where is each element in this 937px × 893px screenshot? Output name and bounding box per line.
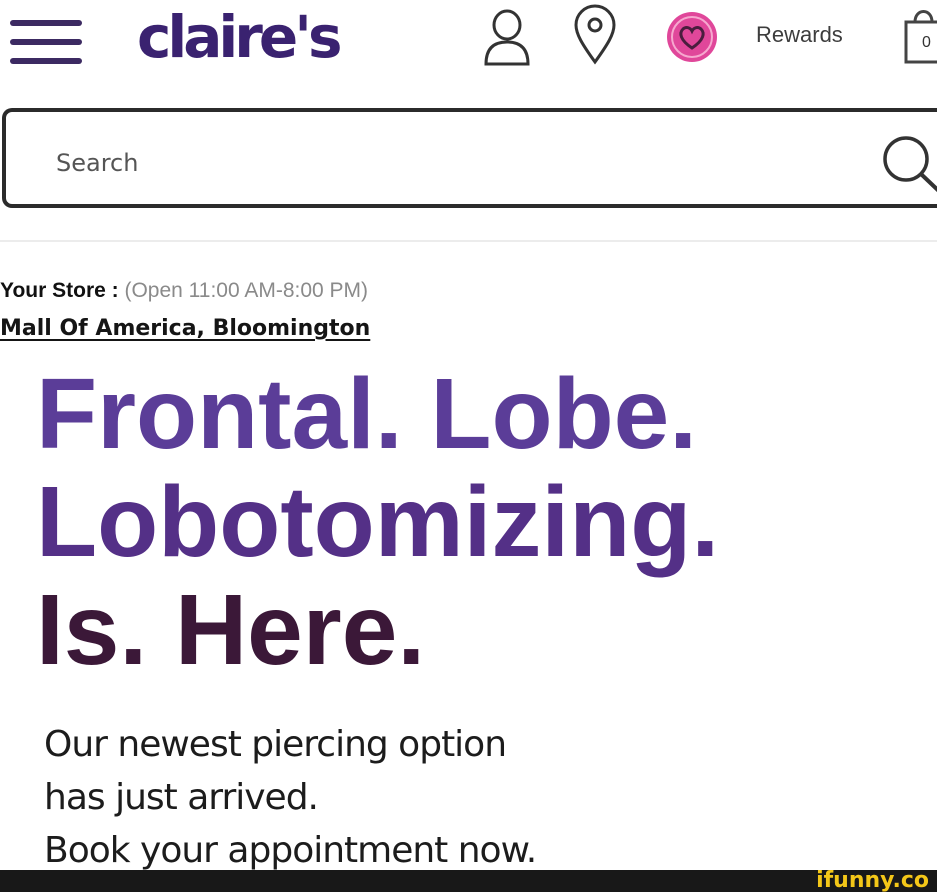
- store-hours: (Open 11:00 AM-8:00 PM): [124, 279, 369, 302]
- divider: [0, 240, 937, 242]
- search-input[interactable]: [54, 142, 818, 184]
- search-bar: [2, 108, 937, 208]
- bag-count-badge: 0: [922, 34, 931, 51]
- rewards-label[interactable]: Rewards: [756, 22, 843, 48]
- store-label: Your Store :: [0, 279, 119, 302]
- claires-logo[interactable]: claire's: [137, 2, 343, 72]
- shopping-bag-icon[interactable]: 0: [898, 2, 937, 64]
- search-icon[interactable]: [876, 132, 937, 196]
- ifunny-watermark: ifunny.co: [816, 868, 929, 893]
- headline-line-3: Is. Here.: [36, 574, 426, 686]
- site-header: claire's Rewards 0: [0, 0, 937, 80]
- promo-headline: Frontal. Lobe. Lobotomizing. Is. Here.: [36, 360, 719, 684]
- promo-body: Our newest piercing option has just arri…: [44, 718, 537, 877]
- body-line-2: has just arrived.: [44, 777, 319, 818]
- headline-line-1: Frontal. Lobe.: [36, 358, 698, 470]
- watermark-bar: ifunny.co: [0, 868, 937, 893]
- headline-line-2: Lobotomizing.: [36, 466, 720, 578]
- store-locator-icon[interactable]: [572, 4, 618, 66]
- body-line-1: Our newest piercing option: [44, 724, 507, 765]
- menu-icon[interactable]: [10, 18, 84, 66]
- store-location-link[interactable]: Mall Of America, Bloomington: [0, 316, 370, 341]
- account-icon[interactable]: [480, 6, 534, 68]
- rewards-heart-icon[interactable]: [666, 11, 718, 63]
- store-info: Your Store : (Open 11:00 AM-8:00 PM): [0, 279, 368, 303]
